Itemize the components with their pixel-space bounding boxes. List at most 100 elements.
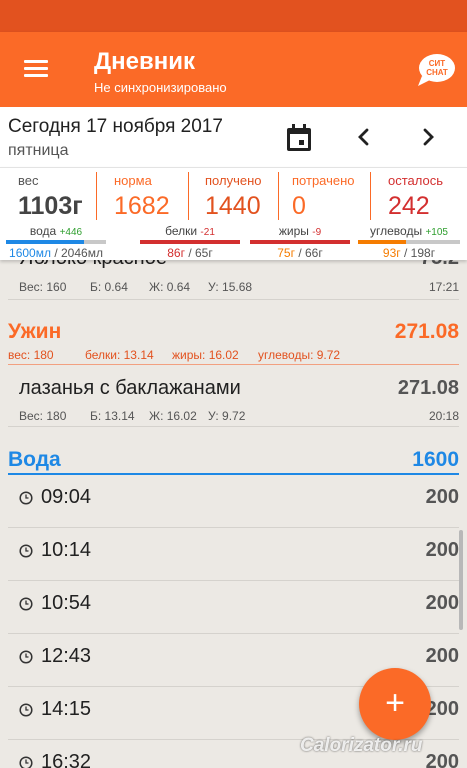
daily-summary: вес 1103г норма 1682 получено 1440 потра… [0, 167, 467, 260]
macro-carbs: углеводы +105 93г / 198г [358, 224, 460, 260]
water-total: 1600 [412, 448, 459, 471]
stat-received: получено 1440 [205, 173, 261, 221]
sync-status: Не синхронизировано [94, 80, 227, 95]
macro-water-delta: +446 [59, 227, 83, 238]
meal-title-dinner[interactable]: Ужин [8, 320, 61, 344]
weekday: пятница [8, 142, 69, 159]
food-weight: Вес: 160 [19, 280, 67, 294]
meal-weight: вес: 180 [8, 348, 54, 362]
clock-icon [19, 650, 33, 664]
previous-day-button[interactable] [352, 123, 376, 151]
date-bar: Сегодня 17 ноября 2017 пятница [0, 107, 467, 167]
macro-fat-current: 75г [277, 246, 295, 260]
divider [8, 299, 459, 300]
water-section-title[interactable]: Вода [8, 448, 61, 472]
status-bar [0, 0, 467, 32]
food-item-lasagna[interactable]: лазанья с баклажанами 271.08 Вес: 180 Б:… [0, 366, 467, 426]
macro-water-bar [6, 240, 106, 244]
stat-left: осталось 242 [388, 173, 443, 221]
water-entry-time: 10:54 [41, 592, 92, 614]
meal-fat: жиры: 16.02 [172, 348, 239, 362]
water-entry-amount: 200 [425, 592, 459, 614]
divider [188, 172, 189, 220]
meal-carbs: углеводы: 9.72 [258, 348, 341, 362]
app-bar: Дневник Не синхронизировано СИТ CHAT [0, 32, 467, 107]
divider [96, 172, 97, 220]
macro-protein-delta: -21 [200, 227, 215, 238]
divider [278, 172, 279, 220]
macro-fat-target: 66г [305, 246, 323, 260]
food-protein: Б: 13.14 [90, 409, 135, 423]
stat-norm-value: 1682 [114, 192, 170, 220]
divider [370, 172, 371, 220]
macro-carbs-target: 198г [410, 246, 436, 260]
food-weight: Вес: 180 [19, 409, 67, 423]
stat-norm: норма 1682 [114, 173, 170, 221]
meal-kcal-dinner: 271.08 [394, 320, 459, 343]
menu-icon[interactable] [18, 54, 54, 84]
food-time: 20:18 [428, 409, 459, 423]
macro-fat-label: жиры [278, 224, 309, 238]
food-carbs: У: 9.72 [208, 409, 246, 423]
divider [8, 364, 459, 365]
water-entry[interactable]: 09:04 200 [0, 475, 467, 528]
stat-spent-label: потрачено [292, 173, 355, 188]
macro-water-current: 1600мл [9, 246, 51, 260]
macro-fat-delta: -9 [312, 227, 322, 238]
macro-protein-bar [140, 240, 240, 244]
food-kcal: 75.2 [420, 260, 459, 270]
calendar-icon[interactable] [286, 124, 312, 152]
scrollbar[interactable] [459, 530, 463, 630]
water-entry-time: 10:14 [41, 539, 92, 561]
watermark: Calorizator.ru [300, 735, 423, 756]
food-time: 17:21 [428, 280, 459, 294]
stat-left-label: осталось [388, 173, 444, 188]
svg-text:СИТ: СИТ [429, 59, 446, 68]
clock-icon [19, 597, 33, 611]
stat-left-value: 242 [388, 192, 430, 220]
stat-spent-value: 0 [292, 192, 306, 220]
water-entry-amount: 200 [425, 645, 459, 667]
water-entry[interactable]: 10:14 200 [0, 528, 467, 581]
water-entry[interactable]: 10:54 200 [0, 581, 467, 634]
clock-icon [19, 756, 33, 768]
stat-spent: потрачено 0 [292, 173, 355, 221]
macro-fat-bar [250, 240, 350, 244]
macro-carbs-label: углеводы [370, 224, 423, 238]
water-entry-time: 12:43 [41, 645, 92, 667]
food-name: лазанья с баклажанами [19, 377, 241, 399]
svg-text:CHAT: CHAT [426, 68, 448, 77]
stat-norm-label: норма [114, 173, 152, 188]
macro-water-label: вода [29, 224, 57, 238]
water-entry-amount: 200 [425, 539, 459, 561]
macro-water: вода +446 1600мл / 2046мл [6, 224, 106, 260]
macro-protein: белки -21 86г / 65г [140, 224, 240, 260]
macro-fat: жиры -9 75г / 66г [250, 224, 350, 260]
meal-protein: белки: 13.14 [85, 348, 154, 362]
food-carbs: У: 15.68 [208, 280, 253, 294]
divider [8, 426, 459, 427]
current-date: Сегодня 17 ноября 2017 [8, 116, 223, 137]
stat-weight: вес 1103г [18, 173, 83, 221]
macro-carbs-current: 93г [382, 246, 401, 260]
next-day-button[interactable] [416, 123, 440, 151]
add-button[interactable]: + [359, 668, 431, 740]
stat-received-label: получено [205, 173, 262, 188]
water-entry-amount: 200 [425, 486, 459, 508]
water-entry-amount: 200 [425, 751, 459, 768]
food-fat: Ж: 16.02 [149, 409, 197, 423]
stat-received-value: 1440 [205, 192, 261, 220]
chat-icon[interactable]: СИТ CHAT [414, 50, 456, 90]
macro-protein-label: белки [165, 224, 198, 238]
macro-carbs-delta: +105 [425, 227, 448, 238]
food-name: Яблоко красное [19, 260, 167, 270]
macro-protein-current: 86г [167, 246, 185, 260]
food-protein: Б: 0.64 [90, 280, 128, 294]
stat-weight-value: 1103г [18, 192, 83, 220]
stat-weight-label: вес [18, 173, 39, 188]
water-entry-time: 14:15 [41, 698, 92, 720]
clock-icon [19, 544, 33, 558]
food-item-apple[interactable]: Яблоко красное 75.2 Вес: 160 Б: 0.64 Ж: … [0, 260, 467, 298]
water-entry-time: 09:04 [41, 486, 92, 508]
macro-water-target: 2046мл [61, 246, 103, 260]
